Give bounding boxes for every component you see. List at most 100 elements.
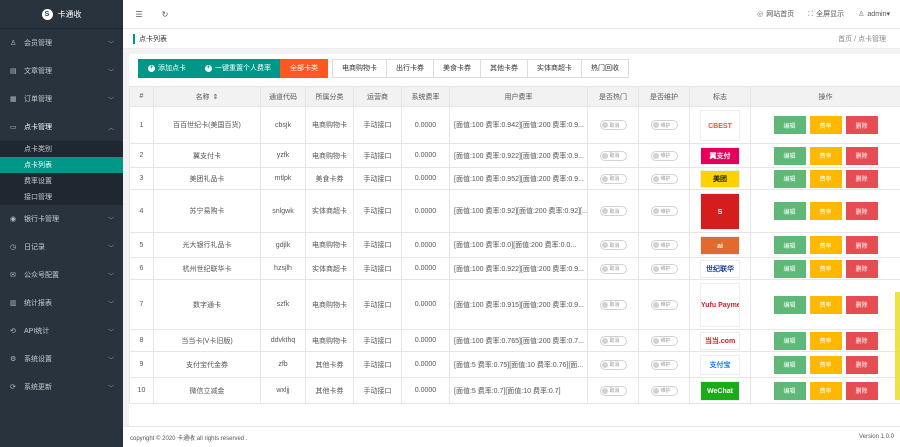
hot-switch[interactable]: 取消 [599, 173, 627, 184]
maintenance-switch[interactable]: 维护 [650, 173, 678, 184]
hot-switch[interactable]: 取消 [599, 299, 627, 310]
column-header[interactable]: 名称 ⇕ [153, 86, 261, 107]
breadcrumb[interactable]: 首页 / 点卡管理 [838, 34, 900, 44]
edit-button[interactable]: 编辑 [773, 169, 806, 188]
app-logo[interactable]: S 卡通收 [0, 0, 123, 29]
category-tab[interactable]: 实体商超卡 [527, 58, 582, 78]
logo-icon: S [41, 8, 53, 20]
sidebar-subitem[interactable]: 点卡列表 [0, 157, 123, 173]
actions-cell: 编辑 费率 删除 [750, 232, 900, 258]
delete-button[interactable]: 删除 [845, 295, 878, 314]
maintenance-switch[interactable]: 维护 [650, 150, 678, 161]
edit-button[interactable]: 编辑 [773, 381, 806, 400]
maintenance-switch[interactable]: 维护 [650, 240, 678, 250]
edit-button[interactable]: 编辑 [773, 116, 806, 134]
card-category: 电商购物卡 [305, 143, 354, 168]
sidebar-item[interactable]: ♙ 会员管理 ﹀ [0, 29, 123, 57]
sidebar-item[interactable]: ▤ 文章管理 ﹀ [0, 57, 123, 85]
delete-button[interactable]: 删除 [845, 116, 878, 134]
maintenance-switch[interactable]: 维护 [650, 299, 678, 310]
maintenance-switch[interactable]: 维护 [650, 120, 678, 130]
rate-button[interactable]: 费率 [809, 202, 842, 220]
edit-button[interactable]: 编辑 [773, 146, 806, 165]
hot-switch[interactable]: 取消 [599, 263, 627, 274]
row-number: 7 [129, 279, 154, 330]
all-cards-button[interactable]: 全部卡类 [280, 58, 328, 78]
user-rate: [面值:5 费率:0.75][面值:10 费率:0.76][面... [449, 351, 588, 378]
sidebar-item[interactable]: ◷ 日记录 ﹀ [0, 233, 123, 261]
rate-button[interactable]: 费率 [809, 381, 842, 400]
sidebar-item[interactable]: ▦ 订单管理 ﹀ [0, 85, 123, 113]
sidebar-item[interactable]: ⟲ API统计 ﹀ [0, 317, 123, 345]
delete-button[interactable]: 删除 [845, 381, 878, 400]
batch-reset-rate-button[interactable]: + 一键重置个人费率 [195, 58, 281, 78]
row-number: 5 [129, 232, 154, 258]
delete-button[interactable]: 删除 [845, 202, 878, 220]
category-tab[interactable]: 其他卡券 [480, 58, 528, 78]
delete-button[interactable]: 删除 [845, 355, 878, 374]
category-tab[interactable]: 电商购物卡 [332, 58, 387, 78]
edit-button[interactable]: 编辑 [773, 295, 806, 314]
fullscreen-link[interactable]: ⛶ 全屏显示 [808, 9, 844, 19]
maintenance-switch[interactable]: 维护 [650, 263, 678, 274]
hot-cell: 取消 [587, 232, 639, 258]
rate-button[interactable]: 费率 [809, 116, 842, 134]
hot-switch[interactable]: 取消 [599, 359, 627, 370]
maintenance-switch[interactable]: 维护 [650, 359, 678, 370]
site-home-link[interactable]: ◎ 网站首页 [757, 9, 794, 19]
maintenance-switch[interactable]: 维护 [650, 206, 678, 216]
sidebar-subitem[interactable]: 接口管理 [0, 189, 123, 205]
hot-switch[interactable]: 取消 [599, 150, 627, 161]
sidebar-item-label: 公众号配置 [24, 272, 59, 279]
rate-button[interactable]: 费率 [809, 236, 842, 254]
edit-button[interactable]: 编辑 [773, 259, 806, 278]
sidebar-item[interactable]: ⚙ 系统设置 ﹀ [0, 345, 123, 373]
hot-switch[interactable]: 取消 [599, 240, 627, 250]
sidebar-subitem[interactable]: 点卡类别 [0, 141, 123, 157]
operator: 手动接口 [353, 189, 402, 233]
switch-knob [601, 242, 608, 248]
delete-button[interactable]: 删除 [845, 146, 878, 165]
maintenance-switch[interactable]: 维护 [650, 385, 678, 396]
rate-button[interactable]: 费率 [809, 331, 842, 350]
hot-switch[interactable]: 取消 [599, 120, 627, 130]
switch-knob [601, 175, 608, 182]
log-icon: ◷ [10, 244, 17, 251]
menu-toggle-icon[interactable]: ☰ [129, 10, 149, 19]
sort-icon[interactable]: ⇕ [213, 94, 219, 101]
sidebar-item[interactable]: ▭ 点卡管理 ︿ [0, 113, 123, 141]
sidebar-subitem[interactable]: 费率设置 [0, 173, 123, 189]
refresh-icon[interactable]: ↻ [155, 10, 175, 19]
switch-knob [652, 387, 659, 394]
sidebar-item-label: 银行卡管理 [24, 216, 59, 223]
category-tab[interactable]: 美食卡券 [433, 58, 481, 78]
category-tab[interactable]: 出行卡券 [386, 58, 434, 78]
sidebar-item[interactable]: ⟳ 系统更新 ﹀ [0, 373, 123, 401]
edit-button[interactable]: 编辑 [773, 202, 806, 220]
edit-button[interactable]: 编辑 [773, 331, 806, 350]
rate-button[interactable]: 费率 [809, 355, 842, 374]
category-tab[interactable]: 热门回收 [581, 58, 629, 78]
sidebar-item[interactable]: ▥ 统计报表 ﹀ [0, 289, 123, 317]
delete-button[interactable]: 删除 [845, 169, 878, 188]
hot-switch[interactable]: 取消 [599, 385, 627, 396]
delete-button[interactable]: 删除 [845, 236, 878, 254]
hot-switch[interactable]: 取消 [599, 206, 627, 216]
delete-button[interactable]: 删除 [845, 331, 878, 350]
maintenance-switch[interactable]: 维护 [650, 335, 678, 346]
column-header-label: 所属分类 [315, 93, 344, 101]
rate-button[interactable]: 费率 [809, 146, 842, 165]
delete-button[interactable]: 删除 [845, 259, 878, 278]
sidebar-item[interactable]: ✉ 公众号配置 ﹀ [0, 261, 123, 289]
page-scrollbar[interactable] [895, 292, 900, 400]
rate-button[interactable]: 费率 [809, 295, 842, 314]
switch-label: 维护 [660, 122, 671, 129]
add-card-button[interactable]: + 添加点卡 [138, 58, 196, 78]
sidebar-item[interactable]: ◉ 银行卡管理 ﹀ [0, 205, 123, 233]
edit-button[interactable]: 编辑 [773, 236, 806, 254]
hot-switch[interactable]: 取消 [599, 335, 627, 346]
edit-button[interactable]: 编辑 [773, 355, 806, 374]
user-menu[interactable]: ♙ admin▾ [858, 10, 890, 18]
rate-button[interactable]: 费率 [809, 259, 842, 278]
rate-button[interactable]: 费率 [809, 169, 842, 188]
